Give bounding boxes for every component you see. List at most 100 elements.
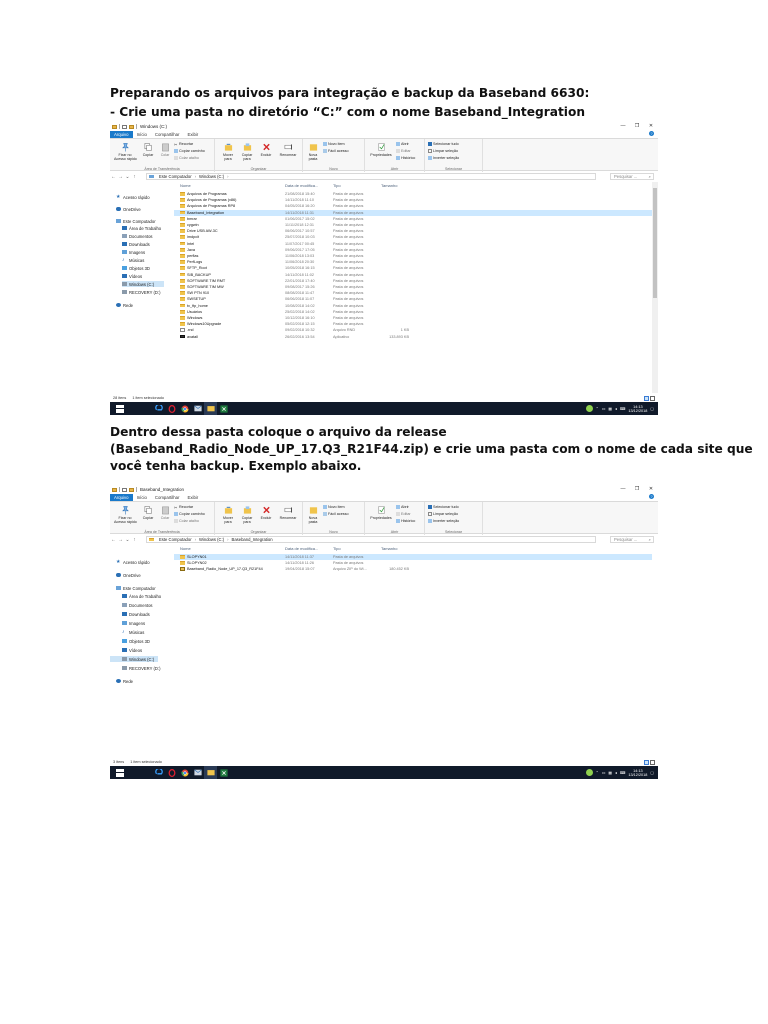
file-row[interactable]: Baseband_Radio_Node_UP_17.Q3_R21F44 19/04… <box>174 566 652 572</box>
nav-item-this-pc[interactable]: Este Computador <box>116 585 156 591</box>
nav-item-downloads[interactable]: Downloads <box>122 611 150 617</box>
copy-to-button[interactable]: Copiar para <box>238 142 256 161</box>
chrome-icon[interactable] <box>178 766 191 779</box>
back-arrow-icon[interactable]: ← <box>110 174 117 180</box>
column-header-date[interactable]: Data de modifica... <box>285 545 318 552</box>
paste-button[interactable]: Colar <box>158 505 172 520</box>
volume-icon[interactable]: ◂ <box>615 770 617 775</box>
battery-icon[interactable]: ▭ <box>602 770 606 775</box>
column-header-name[interactable]: Nome <box>180 545 191 552</box>
chrome-icon[interactable] <box>178 402 191 415</box>
new-folder-icon[interactable] <box>128 124 134 129</box>
invert-selection-button[interactable]: Inverter seleção <box>428 519 459 523</box>
recent-chevron-icon[interactable]: ⌄ <box>124 537 131 543</box>
history-button[interactable]: Histórico <box>396 519 415 523</box>
windows-start-icon[interactable] <box>116 404 124 413</box>
nav-item-windows-c[interactable]: Windows (C:) <box>122 281 164 287</box>
open-button[interactable]: Abrir <box>396 505 409 509</box>
up-arrow-icon[interactable]: ↑ <box>131 174 138 180</box>
nav-item-recovery-d[interactable]: RECOVERY (D:) <box>122 289 161 295</box>
nav-item-music[interactable]: ♪ Músicas <box>122 257 144 263</box>
copy-path-button[interactable]: Copiar caminho <box>174 512 205 516</box>
weather-icon[interactable] <box>585 769 593 776</box>
weather-icon[interactable] <box>585 405 593 412</box>
keyboard-icon[interactable]: ⌨ <box>620 406 625 411</box>
forward-arrow-icon[interactable]: → <box>117 174 124 180</box>
copy-path-button[interactable]: Copiar caminho <box>174 149 205 153</box>
invert-selection-button[interactable]: Inverter seleção <box>428 156 459 160</box>
pin-button[interactable]: Fixar no Acesso rápido <box>114 505 137 524</box>
forward-arrow-icon[interactable]: → <box>117 537 124 543</box>
new-item-button[interactable]: Novo item <box>323 142 345 146</box>
file-row[interactable]: avatall 26/02/2016 13:54 Aplicativo 133.893… <box>174 334 652 340</box>
nav-item-videos[interactable]: Vídeos <box>122 273 142 279</box>
minimize-button[interactable]: — <box>616 485 630 494</box>
cut-button[interactable]: ✂ Recortar <box>174 142 193 147</box>
easy-access-button[interactable]: Fácil acesso <box>323 149 349 153</box>
notification-icon[interactable]: ▢ <box>650 770 654 775</box>
details-view-icon[interactable] <box>644 760 649 765</box>
nav-item-3d-objects[interactable]: Objetos 3D <box>122 638 150 644</box>
select-all-button[interactable]: Selecionar tudo <box>428 505 459 509</box>
opera-icon[interactable] <box>165 402 178 415</box>
back-arrow-icon[interactable]: ← <box>110 537 117 543</box>
recent-chevron-icon[interactable]: ⌄ <box>124 174 131 180</box>
paste-shortcut-button[interactable]: Colar atalho <box>174 156 199 160</box>
path-box[interactable]: Este Computador › Windows (C:) › Baseband_… <box>146 536 596 543</box>
move-to-button[interactable]: Mover para <box>219 142 237 161</box>
cut-button[interactable]: ✂ Recortar <box>174 505 193 510</box>
nav-item-recovery-d[interactable]: RECOVERY (D:) <box>122 665 161 671</box>
breadcrumb-item[interactable]: Este Computador <box>159 174 192 179</box>
search-input[interactable]: Pesquisar ... ⌕ <box>610 173 654 180</box>
tab-arquivo[interactable]: Arquivo <box>110 131 133 138</box>
column-header-size[interactable]: Tamanho <box>381 545 397 552</box>
copy-to-button[interactable]: Copiar para <box>238 505 256 524</box>
pin-button[interactable]: Fixar no Acesso rápido <box>114 142 137 161</box>
tab-inicio[interactable]: Início <box>133 494 151 501</box>
new-item-button[interactable]: Novo item <box>323 505 345 509</box>
nav-item-quick-access[interactable]: ★ Acesso rápido <box>116 559 150 565</box>
large-icons-view-icon[interactable] <box>650 760 655 765</box>
excel-icon[interactable] <box>217 766 230 779</box>
mail-icon[interactable] <box>191 766 204 779</box>
select-none-button[interactable]: Limpar seleção <box>428 149 458 153</box>
nav-item-desktop[interactable]: Área de Trabalho <box>122 225 161 231</box>
rename-button[interactable]: Renomear <box>277 142 299 157</box>
select-none-button[interactable]: Limpar seleção <box>428 512 458 516</box>
delete-button[interactable]: Excluir <box>257 505 275 520</box>
copy-button[interactable]: Copiar <box>140 505 156 520</box>
nav-item-3d-objects[interactable]: Objetos 3D <box>122 265 150 271</box>
tab-exibir[interactable]: Exibir <box>183 131 202 138</box>
breadcrumb-item[interactable]: Este Computador <box>159 537 192 542</box>
column-header-type[interactable]: Tipo <box>333 545 341 552</box>
keyboard-icon[interactable]: ⌨ <box>620 770 625 775</box>
up-arrow-icon[interactable]: ↑ <box>131 537 138 543</box>
breadcrumb-item[interactable]: Windows (C:) <box>199 537 224 542</box>
nav-item-network[interactable]: Rede <box>116 302 133 308</box>
nav-item-this-pc[interactable]: Este Computador <box>116 218 156 224</box>
nav-item-videos[interactable]: Vídeos <box>122 647 142 653</box>
tab-arquivo[interactable]: Arquivo <box>110 494 133 501</box>
clock[interactable]: 14:13 13/12/2018 <box>628 769 647 777</box>
nav-item-documents[interactable]: Documentos <box>122 233 153 239</box>
tab-compartilhar[interactable]: Compartilhar <box>151 131 184 138</box>
tab-inicio[interactable]: Início <box>133 131 151 138</box>
path-box[interactable]: Este Computador › Windows (C:) › <box>146 173 596 180</box>
column-header-type[interactable]: Tipo <box>333 182 341 189</box>
search-input[interactable]: Pesquisar ... ⌕ <box>610 536 654 543</box>
rename-button[interactable]: Renomear <box>277 505 299 520</box>
select-all-button[interactable]: Selecionar tudo <box>428 142 459 146</box>
nav-item-network[interactable]: Rede <box>116 678 133 684</box>
nav-item-onedrive[interactable]: OneDrive <box>116 206 141 212</box>
nav-item-onedrive[interactable]: OneDrive <box>116 572 141 578</box>
column-header-date[interactable]: Data de modifica... <box>285 182 318 189</box>
properties-icon[interactable] <box>121 124 127 129</box>
help-icon[interactable]: ? <box>649 131 654 136</box>
copy-button[interactable]: Copiar <box>140 142 156 157</box>
minimize-button[interactable]: — <box>616 122 630 131</box>
column-header-size[interactable]: Tamanho <box>381 182 397 189</box>
breadcrumb-item[interactable]: Windows (C:) <box>199 174 224 179</box>
maximize-button[interactable]: ❐ <box>630 485 644 494</box>
file-explorer-icon[interactable] <box>204 402 217 415</box>
chevron-up-icon[interactable]: ⌃ <box>596 406 599 411</box>
